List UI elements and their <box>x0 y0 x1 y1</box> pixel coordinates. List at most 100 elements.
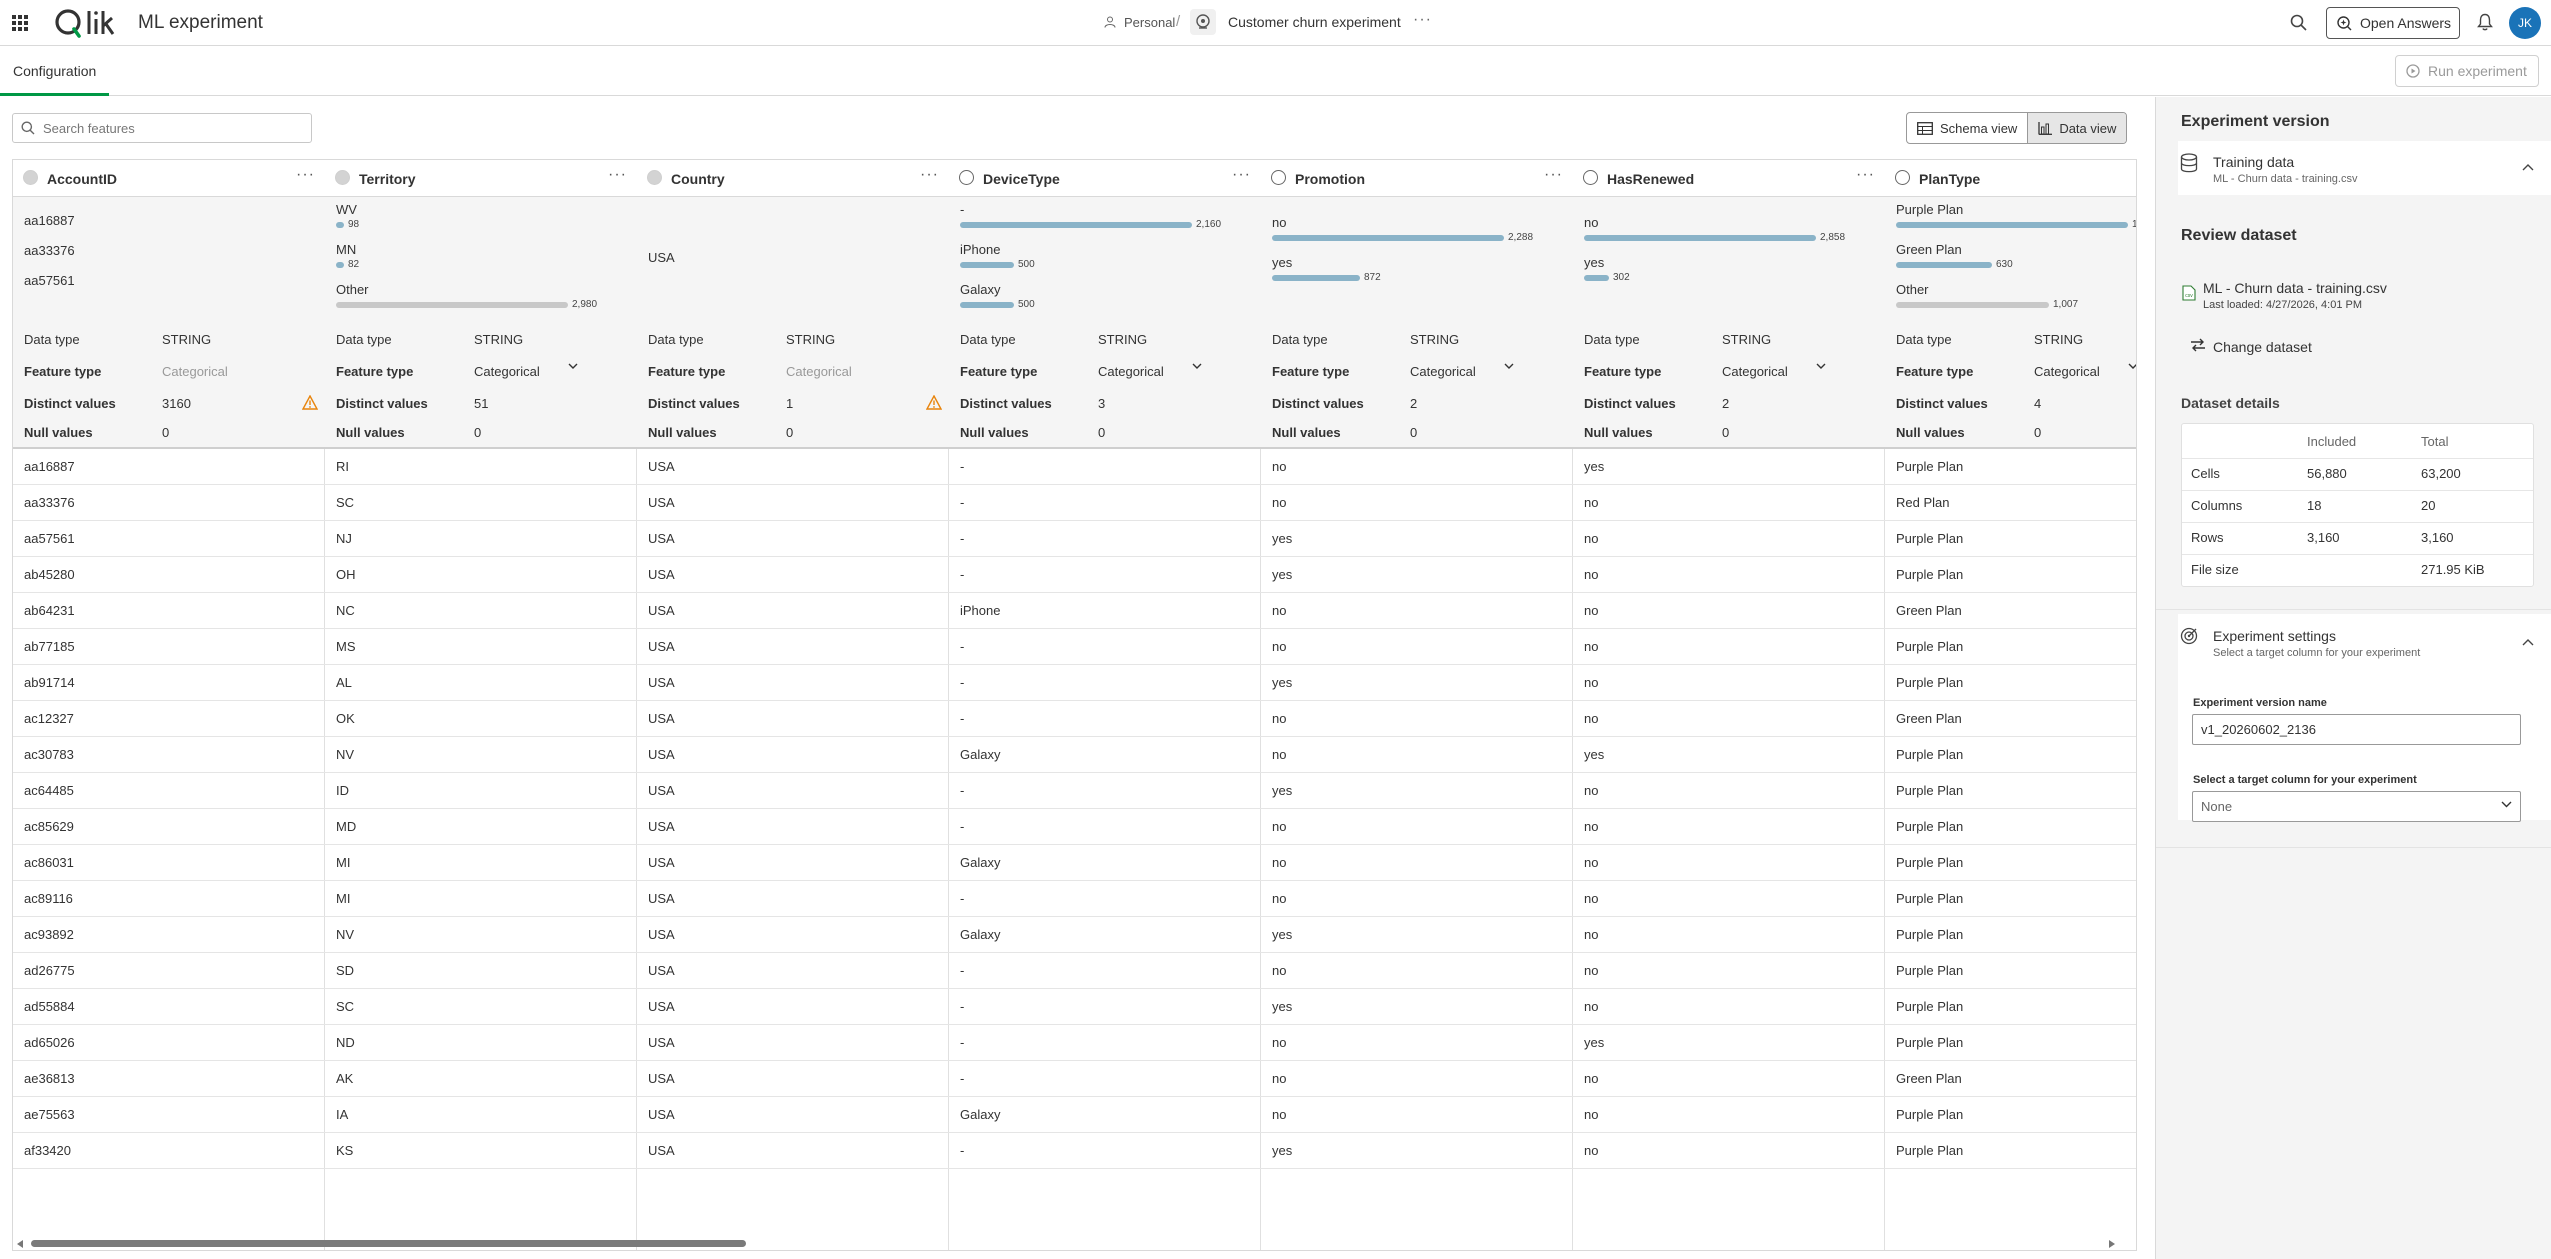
table-cell: ab64231 <box>13 593 325 629</box>
chevron-down-icon[interactable] <box>1816 363 1826 370</box>
column-more-icon[interactable]: ··· <box>296 166 315 184</box>
table-cell: no <box>1261 737 1573 773</box>
run-experiment-label: Run experiment <box>2428 63 2527 79</box>
frequency-label: Galaxy <box>960 282 1001 297</box>
chevron-down-icon[interactable] <box>568 363 578 370</box>
qlik-logo[interactable] <box>52 6 122 40</box>
data-table: AccountID ··· aa16887 aa33376 aa57561 Data ty… <box>12 159 2137 1251</box>
column-metadata: Data type STRING Feature type Categorical Di… <box>13 322 325 449</box>
column-more-icon[interactable]: ··· <box>608 166 627 184</box>
feature-type-label: Feature type <box>1272 364 1350 379</box>
column-select-radio[interactable] <box>23 170 38 185</box>
feature-type-value[interactable]: Categorical <box>1722 364 1788 379</box>
column-select-radio[interactable] <box>1271 170 1286 185</box>
data-view-button[interactable]: Data view <box>2027 113 2127 143</box>
details-row-divider <box>2182 490 2533 491</box>
schema-view-button[interactable]: Schema view <box>1907 113 2027 143</box>
scroll-left-arrow[interactable] <box>17 1240 23 1248</box>
chevron-down-icon[interactable] <box>1504 363 1514 370</box>
search-icon[interactable] <box>2290 14 2307 31</box>
frequency-item: Other 1,007 <box>1896 282 2136 310</box>
feature-type-value[interactable]: Categorical <box>474 364 540 379</box>
table-cell: Purple Plan <box>1885 917 2136 953</box>
column-name: DeviceType <box>983 171 1060 187</box>
column-more-icon[interactable]: ··· <box>1232 166 1251 184</box>
table-cell: AL <box>325 665 637 701</box>
column-more-icon[interactable]: ··· <box>1856 166 1875 184</box>
column-cells: RI SC NJ OH NC MS AL OK NV ID MD MI MI NV SD SC ND AK IA KS <box>325 449 637 1169</box>
column-header[interactable]: Country ··· <box>637 160 949 197</box>
column-more-icon[interactable]: ··· <box>920 166 939 184</box>
more-options-icon[interactable]: ··· <box>1413 11 1432 29</box>
column-header[interactable]: PlanType··· <box>1885 160 2136 197</box>
data-type-label: Data type <box>1896 332 1952 347</box>
table-cell: MI <box>325 845 637 881</box>
null-values-row: Null values 0 <box>24 425 314 445</box>
scroll-right-arrow[interactable] <box>2109 1240 2115 1248</box>
table-cell: KS <box>325 1133 637 1169</box>
column-header[interactable]: Promotion ··· <box>1261 160 1573 197</box>
column-header[interactable]: Territory ··· <box>325 160 637 197</box>
table-cell: no <box>1573 917 1885 953</box>
column-select-radio[interactable] <box>959 170 974 185</box>
chevron-up-icon[interactable] <box>2522 638 2534 646</box>
column-header[interactable]: HasRenewed ··· <box>1573 160 1885 197</box>
column-header[interactable]: DeviceType ··· <box>949 160 1261 197</box>
column-name: Country <box>671 171 725 187</box>
user-avatar[interactable]: JK <box>2509 7 2541 39</box>
training-data-file: ML - Churn data - training.csv <box>2213 173 2358 185</box>
table-cell: no <box>1573 1133 1885 1169</box>
target-column-select[interactable]: None <box>2192 791 2521 822</box>
app-grid-icon[interactable] <box>12 15 28 31</box>
null-values-value: 0 <box>2034 425 2042 440</box>
table-cell: ID <box>325 773 637 809</box>
search-features-input[interactable] <box>43 120 303 136</box>
change-dataset-button[interactable]: Change dataset <box>2213 339 2312 355</box>
table-cell: no <box>1261 449 1573 485</box>
column-header[interactable]: AccountID ··· <box>13 160 325 197</box>
data-type-row: Data type STRING <box>960 332 1250 352</box>
dataset-details-card: Included Total Cells 56,880 63,200 Columns 1… <box>2181 423 2534 587</box>
column-select-radio[interactable] <box>1895 170 1910 185</box>
table-cell: Purple Plan <box>1885 1025 2136 1061</box>
frequency-bar-row: 2,288 <box>1272 232 1562 243</box>
table-cell: Purple Plan <box>1885 773 2136 809</box>
notifications-bell-icon[interactable] <box>2477 13 2493 31</box>
column-more-icon[interactable]: ··· <box>1544 166 1563 184</box>
details-row-divider <box>2182 522 2533 523</box>
table-cell: no <box>1573 1061 1885 1097</box>
frequency-bar <box>960 301 1014 308</box>
search-features-field[interactable] <box>12 113 312 143</box>
divider <box>2156 847 2551 848</box>
breadcrumb-experiment[interactable]: Customer churn experiment <box>1228 14 1401 30</box>
table-cell: - <box>949 521 1261 557</box>
run-experiment-button[interactable]: Run experiment <box>2395 55 2539 87</box>
feature-column: Country ··· USA Data type STRING Feature type… <box>637 160 949 1250</box>
feature-type-value[interactable]: Categorical <box>1410 364 1476 379</box>
swap-icon[interactable] <box>2190 338 2206 352</box>
open-answers-button[interactable]: Open Answers <box>2326 7 2460 39</box>
table-cell: ac64485 <box>13 773 325 809</box>
top-bar: ML experiment Personal / Customer churn … <box>0 0 2551 46</box>
breadcrumb-space[interactable]: Personal <box>1124 15 1175 30</box>
horizontal-scrollbar[interactable] <box>31 1240 746 1247</box>
column-select-radio[interactable] <box>1583 170 1598 185</box>
null-values-value: 0 <box>162 425 170 440</box>
chevron-down-icon[interactable] <box>2128 363 2136 370</box>
chevron-up-icon[interactable] <box>2522 163 2534 171</box>
feature-type-value[interactable]: Categorical <box>2034 364 2100 379</box>
table-cell: SC <box>325 485 637 521</box>
frequency-count: 500 <box>1018 299 1035 310</box>
version-name-input[interactable]: v1_20260602_2136 <box>2192 714 2521 745</box>
table-cell: - <box>949 953 1261 989</box>
feature-column: HasRenewed ··· no 2,858 yes 302 Data type STRIN… <box>1573 160 1885 1250</box>
column-select-radio[interactable] <box>335 170 350 185</box>
chevron-down-icon[interactable] <box>1192 363 1202 370</box>
details-header-total: Total <box>2421 434 2449 449</box>
table-cell: no <box>1261 1061 1573 1097</box>
column-cells: yes no no no no no no no yes no no no no no no no yes no n… <box>1573 449 1885 1169</box>
column-select-radio[interactable] <box>647 170 662 185</box>
feature-type-value[interactable]: Categorical <box>1098 364 1164 379</box>
column-name: Promotion <box>1295 171 1365 187</box>
tab-configuration[interactable]: Configuration <box>0 46 110 96</box>
